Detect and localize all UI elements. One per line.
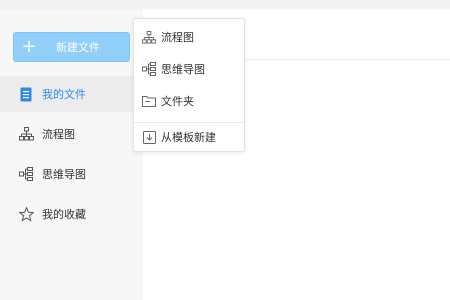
dropdown-item-label: 文件夹 (161, 95, 194, 108)
folder-icon (142, 94, 156, 108)
dropdown-item-from-template[interactable]: 从模板新建 (134, 123, 244, 151)
dropdown-item-folder[interactable]: 文件夹 (134, 87, 244, 115)
flowchart-icon (142, 30, 156, 44)
dropdown-item-label: 思维导图 (161, 63, 205, 76)
dropdown-item-mindmap[interactable]: 思维导图 (134, 55, 244, 83)
star-icon (18, 206, 34, 222)
mindmap-icon (142, 62, 156, 76)
sidebar-item-label: 我的文件 (42, 88, 86, 101)
plus-icon: + (21, 36, 37, 57)
sidebar-item-mindmap[interactable]: 思维导图 (0, 156, 143, 192)
sidebar-item-flowchart[interactable]: 流程图 (0, 116, 143, 152)
new-file-label: 新建文件 (56, 41, 100, 54)
new-file-dropdown: 流程图 思维导图 文件夹 从模板新建 (133, 18, 245, 152)
dropdown-item-label: 流程图 (161, 31, 194, 44)
flowchart-icon (18, 126, 34, 142)
sidebar: + 新建文件 我的文件 流程图 思维导图 我的收藏 (0, 9, 143, 300)
new-file-button[interactable]: + 新建文件 (13, 32, 130, 62)
mindmap-icon (18, 166, 34, 182)
dropdown-item-flowchart[interactable]: 流程图 (134, 23, 244, 51)
document-icon (18, 86, 34, 102)
dropdown-item-label: 从模板新建 (161, 131, 216, 144)
top-bar (0, 0, 450, 9)
sidebar-item-favorites[interactable]: 我的收藏 (0, 196, 143, 232)
template-import-icon (142, 130, 156, 144)
sidebar-item-label: 流程图 (42, 128, 75, 141)
sidebar-item-my-files[interactable]: 我的文件 (0, 76, 143, 112)
sidebar-item-label: 思维导图 (42, 168, 86, 181)
sidebar-item-label: 我的收藏 (42, 208, 86, 221)
